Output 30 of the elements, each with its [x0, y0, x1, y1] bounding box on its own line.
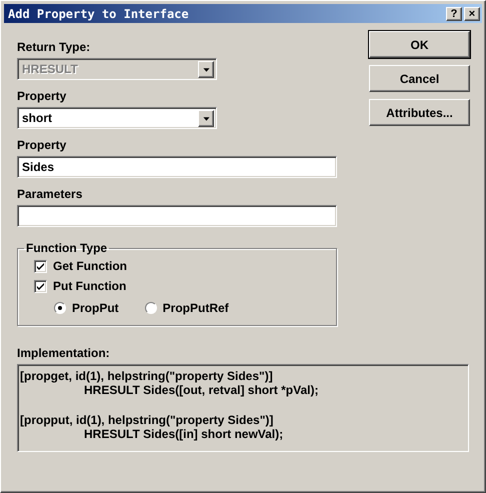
radio-label[interactable]: PropPut [72, 301, 119, 315]
field-label: Property [17, 138, 68, 152]
radio-dot-icon [58, 306, 62, 310]
checkbox-label[interactable]: Get Function [53, 259, 127, 273]
close-button[interactable]: × [464, 6, 480, 20]
checkbox-label[interactable]: Put Function [53, 279, 126, 293]
dialog-button[interactable]: Attributes... [369, 99, 470, 126]
radio-button[interactable] [54, 302, 66, 314]
dialog-button[interactable]: Cancel [369, 65, 470, 92]
code-line: [propput, id(1), helpstring("property Sides")] [20, 413, 274, 427]
field-label: Property [17, 89, 68, 103]
dialog-button[interactable]: OK [369, 31, 470, 58]
help-button[interactable]: ? [446, 6, 462, 20]
code-line: HRESULT Sides([out, retval] short *pVal); [83, 383, 320, 397]
dropdown-field[interactable]: short [17, 107, 217, 129]
window-title: Add Property to Interface [8, 6, 190, 20]
section-label: Implementation: [17, 346, 111, 360]
checkbox[interactable] [34, 280, 47, 292]
radio-button[interactable] [144, 302, 157, 314]
field-label: Parameters [17, 187, 84, 201]
field-label: Return Type: [17, 40, 92, 54]
checkbox[interactable] [34, 260, 47, 272]
checkmark-icon [36, 282, 45, 290]
group-title: Function Type [25, 241, 108, 255]
code-line: [propget, id(1), helpstring("property Sides")] [20, 369, 274, 383]
checkmark-icon [36, 262, 45, 270]
code-line: HRESULT Sides([in] short newVal); [83, 427, 284, 441]
input-field[interactable] [17, 205, 337, 227]
input-field[interactable]: Sides [17, 156, 337, 178]
radio-label[interactable]: PropPutRef [162, 301, 229, 315]
